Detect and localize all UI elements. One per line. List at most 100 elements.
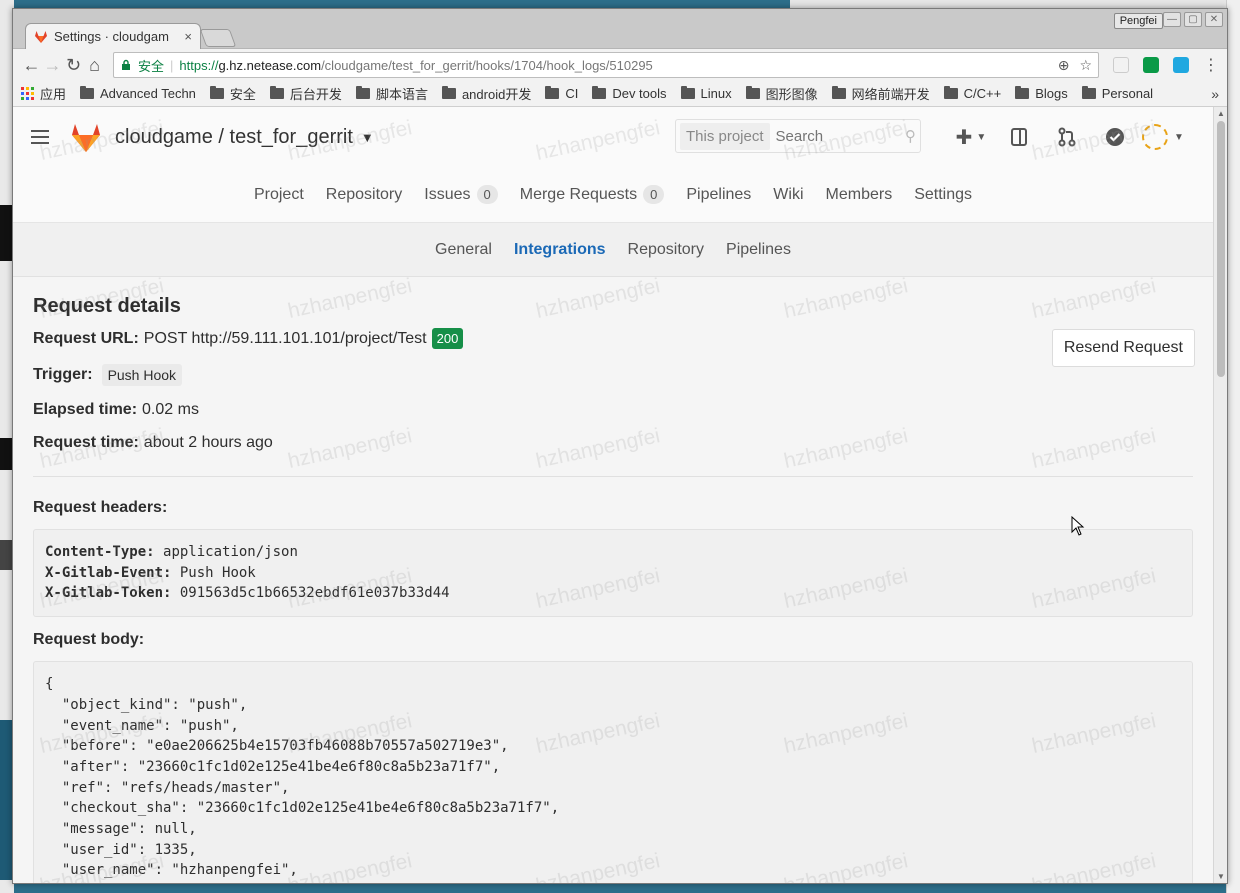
settings-subnav: General Integrations Repository Pipeline… (13, 223, 1213, 277)
project-path[interactable]: cloudgame / test_for_gerrit ▼ (115, 126, 374, 149)
bookmark-folder[interactable]: 后台开发 (269, 84, 342, 103)
tab-issues[interactable]: Issues 0 (424, 185, 498, 204)
bookmark-folder[interactable]: android开发 (441, 84, 531, 103)
bookmarks-bar: 应用 Advanced Techn 安全 后台开发 脚本语言 android开发… (13, 81, 1227, 107)
page-scrollbar[interactable]: ▲ ▼ (1213, 107, 1227, 883)
tab-close-icon[interactable]: × (184, 29, 192, 44)
bookmark-folder[interactable]: Advanced Techn (80, 86, 196, 101)
search-box[interactable]: This project ⚲ (675, 119, 921, 153)
avatar (1142, 124, 1169, 150)
scrollbar-thumb[interactable] (1217, 121, 1225, 377)
bookmarks-overflow-icon[interactable]: » (1211, 86, 1219, 102)
maximize-icon[interactable]: ▢ (1184, 12, 1202, 27)
request-headers-code: Content-Type: application/json X-Gitlab-… (33, 529, 1193, 618)
forward-icon[interactable]: → (42, 52, 63, 78)
user-menu[interactable]: ▼ (1139, 123, 1187, 151)
tab-repository[interactable]: Repository (326, 186, 402, 204)
bookmark-folder[interactable]: 图形图像 (745, 84, 818, 103)
bookmark-apps[interactable]: 应用 (21, 84, 66, 103)
elapsed-time-field: Elapsed time: 0.02 ms (33, 401, 199, 418)
scroll-down-icon[interactable]: ▼ (1214, 872, 1227, 881)
bookmark-folder[interactable]: 安全 (209, 84, 256, 103)
browser-titlebar: Settings · cloudgam × Pengfei — ▢ ✕ (13, 9, 1227, 49)
address-bar[interactable]: 安全 | https:// g.hz.netease.com /cloudgam… (113, 52, 1099, 78)
tab-pipelines[interactable]: Pipelines (686, 186, 751, 204)
url-path: /cloudgame/test_for_gerrit/hooks/1704/ho… (321, 57, 653, 73)
subtab-integrations[interactable]: Integrations (514, 241, 606, 259)
folder-icon (209, 86, 224, 99)
trigger-badge: Push Hook (101, 364, 183, 386)
folder-icon (831, 86, 846, 99)
lock-icon (122, 59, 130, 70)
extension-adblock-icon[interactable] (1143, 57, 1159, 73)
bookmark-folder[interactable]: Personal (1081, 86, 1153, 101)
menu-dots-icon[interactable]: ⋮ (1203, 55, 1219, 75)
todo-check-icon[interactable] (1091, 123, 1139, 151)
tab-settings[interactable]: Settings (914, 186, 972, 204)
new-tab-button[interactable] (199, 29, 237, 47)
desktop-right-strip (1226, 0, 1240, 893)
reload-icon[interactable]: ↻ (63, 52, 84, 78)
extension-square-icon[interactable] (1173, 57, 1189, 73)
home-icon[interactable]: ⌂ (84, 52, 105, 78)
search-input[interactable] (775, 127, 896, 145)
bookmark-folder[interactable]: Dev tools (592, 86, 667, 101)
folder-icon (355, 86, 370, 99)
request-body-code: { "object_kind": "push", "event_name": "… (33, 661, 1193, 883)
back-icon[interactable]: ← (21, 52, 42, 78)
bookmark-folder[interactable]: Linux (680, 86, 732, 101)
subtab-repository[interactable]: Repository (628, 241, 704, 259)
url-scheme: https:// (179, 57, 219, 73)
folder-icon (545, 86, 560, 99)
folder-icon (80, 86, 95, 99)
issues-count-badge: 0 (476, 185, 498, 204)
hamburger-menu-icon[interactable] (31, 130, 49, 144)
bookmark-folder[interactable]: Blogs (1015, 86, 1068, 101)
tab-project[interactable]: Project (254, 186, 304, 204)
gitlab-favicon-icon (35, 30, 47, 43)
project-nav: Project Repository Issues 0 Merge Request… (13, 167, 1213, 223)
secure-label: 安全 (138, 58, 165, 74)
new-item-plus-icon[interactable]: ✚ ▼ (947, 123, 995, 151)
divider (33, 476, 1193, 477)
browser-window: Settings · cloudgam × Pengfei — ▢ ✕ ← → … (12, 8, 1228, 884)
close-window-icon[interactable]: ✕ (1205, 12, 1223, 27)
tab-title: Settings · cloudgam (54, 29, 169, 44)
apps-grid-icon (21, 87, 34, 100)
bookmark-folder[interactable]: CI (545, 86, 578, 101)
search-scope[interactable]: This project (680, 122, 770, 150)
request-url-value: POST http://59.111.101.101/project/Test (143, 329, 427, 347)
merge-request-icon[interactable] (1043, 123, 1091, 151)
page-title: Request details (33, 295, 181, 317)
sidebar-toggle-icon[interactable] (995, 123, 1043, 151)
folder-icon (441, 86, 456, 99)
subtab-pipelines[interactable]: Pipelines (726, 241, 791, 259)
browser-toolbar: ← → ↻ ⌂ 安全 | https:// g.hz.netease.com /… (13, 49, 1227, 81)
folder-icon (592, 86, 607, 99)
tab-wiki[interactable]: Wiki (773, 186, 803, 204)
bookmark-folder[interactable]: C/C++ (943, 86, 1001, 101)
subtab-general[interactable]: General (435, 241, 492, 259)
tab-merge-requests[interactable]: Merge Requests 0 (520, 185, 665, 204)
gitlab-header: cloudgame / test_for_gerrit ▼ This proje… (13, 107, 1213, 167)
bookmark-folder[interactable]: 脚本语言 (355, 84, 428, 103)
scroll-up-icon[interactable]: ▲ (1214, 109, 1227, 118)
minimize-icon[interactable]: — (1163, 12, 1181, 27)
request-body-label: Request body: (33, 631, 145, 649)
request-time-field: Request time: about 2 hours ago (33, 434, 273, 451)
status-badge: 200 (431, 328, 464, 349)
bookmark-folder[interactable]: 网络前端开发 (831, 84, 930, 103)
resend-request-button[interactable]: Resend Request (1051, 329, 1195, 367)
folder-icon (943, 86, 958, 99)
folder-icon (1081, 86, 1096, 99)
extension-shield-icon[interactable] (1113, 57, 1129, 73)
tab-members[interactable]: Members (826, 186, 893, 204)
folder-icon (269, 86, 284, 99)
bookmark-star-icon[interactable]: ☆ (1079, 57, 1092, 74)
request-url-field: Request URL: POST http://59.111.101.101/… (33, 328, 1193, 349)
zoom-icon[interactable]: ⊕ (1058, 57, 1070, 74)
gitlab-logo-icon[interactable] (69, 121, 103, 153)
browser-tab[interactable]: Settings · cloudgam × (25, 23, 201, 49)
search-icon: ⚲ (905, 128, 916, 145)
profile-badge[interactable]: Pengfei (1113, 13, 1163, 29)
